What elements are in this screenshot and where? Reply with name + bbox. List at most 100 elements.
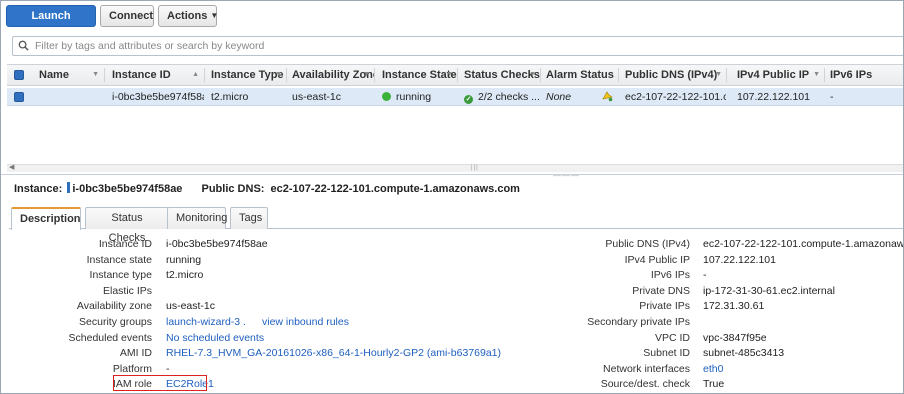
instances-table: Name ▼ Instance ID ▲ Instance Type ▼ Availa… [7, 64, 903, 106]
detail-value: i-0bc3be5be974f58ae [166, 238, 268, 250]
column-divider[interactable] [540, 68, 541, 82]
detail-value: 172.31.30.61 [703, 300, 765, 313]
table-header: Name ▼ Instance ID ▲ Instance Type ▼ Availa… [7, 64, 903, 86]
alarm-bell-icon [602, 91, 613, 102]
cell-alarm-status: None [546, 91, 572, 103]
column-divider[interactable] [618, 68, 619, 82]
dns-label: Public DNS: [201, 183, 265, 195]
scroll-grip-icon[interactable]: ||| [471, 165, 479, 171]
column-ipv4-public-ip[interactable]: IPv4 Public IP ▼ [737, 65, 824, 85]
resize-grip-icon[interactable]: ——— [553, 171, 580, 180]
detail-label: IPv4 Public IP [624, 253, 690, 266]
column-name[interactable]: Name ▼ [39, 65, 103, 85]
cell-status-checks[interactable]: ✓ 2/2 checks ... [464, 88, 540, 106]
connect-button[interactable]: Connect [100, 5, 154, 27]
tab-monitoring[interactable]: Monitoring [167, 207, 227, 229]
cell-name [39, 88, 103, 106]
search-icon [18, 40, 29, 51]
detail-value: running [166, 253, 202, 266]
iam-role-highlight [113, 375, 207, 391]
sort-icon: ▼ [715, 71, 722, 78]
dns-value: ec2-107-22-122-101.compute-1.amazonaws.c… [270, 183, 520, 195]
launch-instance-button[interactable]: Launch Instance [6, 5, 96, 42]
column-label: Name [39, 69, 69, 81]
cell-availability-zone: us-east-1c [292, 91, 342, 103]
column-label: Instance ID [112, 69, 171, 81]
cell-instance-type: t2.micro [211, 91, 249, 103]
column-divider[interactable] [104, 68, 105, 82]
column-divider[interactable] [824, 68, 825, 82]
detail-label: Subnet ID [643, 347, 690, 360]
detail-value: True [703, 378, 725, 391]
column-label: Alarm Status [546, 69, 614, 81]
instance-marker-icon [67, 182, 71, 193]
tab-description[interactable]: Description [11, 207, 81, 230]
horizontal-scrollbar[interactable]: ◀ ||| [7, 164, 903, 172]
table-row[interactable]: i-0bc3be5be974f58ae t2.micro us-east-1c … [7, 88, 903, 106]
pane-resize-handle[interactable]: ——— [1, 171, 903, 180]
scroll-left-icon[interactable]: ◀ [9, 163, 14, 171]
detail-label: Instance state [86, 253, 152, 266]
detail-label: Private IPs [639, 300, 690, 313]
column-label: IPv6 IPs [830, 69, 873, 81]
sort-icon: ▼ [363, 71, 370, 78]
detail-label: Availability zone [76, 300, 152, 313]
column-divider[interactable] [374, 68, 375, 82]
detail-value: t2.micro [166, 269, 204, 282]
detail-value[interactable]: RHEL-7.3_HVM_GA-20161026-x86_64-1-Hourly… [166, 347, 501, 359]
column-divider[interactable] [457, 68, 458, 82]
ec2-console: Launch Instance Connect Actions▼ Name▼ I… [0, 0, 904, 394]
column-label: Instance Type [211, 69, 284, 81]
actions-button[interactable]: Actions ▼ [158, 5, 218, 27]
detail-value[interactable]: eth0 [703, 363, 723, 375]
selected-instance-bar: Instance: i-0bc3be5be974f58ae Public DNS… [14, 182, 520, 196]
column-divider[interactable] [204, 68, 205, 82]
column-status-checks[interactable]: Status Checks ▼ [464, 65, 540, 85]
detail-value: us-east-1c [166, 300, 216, 313]
sort-icon: ▼ [275, 71, 282, 78]
detail-label: Instance type [89, 269, 152, 282]
instance-state-text: running [396, 91, 432, 103]
tab-tags[interactable]: Tags [230, 207, 268, 229]
column-divider[interactable] [286, 68, 287, 82]
sort-icon: ▼ [92, 71, 99, 78]
column-ipv6-ips[interactable]: IPv6 IPs [830, 65, 890, 85]
detail-label: Instance ID [98, 238, 152, 250]
column-divider[interactable] [726, 68, 727, 82]
column-instance-id[interactable]: Instance ID ▲ [112, 65, 203, 85]
cell-instance-state: running [382, 88, 457, 106]
detail-value: ip-172-31-30-61.ec2.internal [703, 284, 835, 297]
instance-id: i-0bc3be5be974f58ae [72, 183, 183, 195]
column-label: Availability Zone [292, 69, 374, 81]
detail-label: Network interfaces [603, 362, 690, 375]
details-tabs: Description Status Checks Monitoring Tag… [9, 207, 903, 244]
sort-icon: ▼ [529, 71, 536, 78]
column-label: IPv4 Public IP [737, 69, 810, 81]
column-availability-zone[interactable]: Availability Zone ▼ [292, 65, 374, 85]
tab-status-checks[interactable]: Status Checks [85, 207, 169, 244]
detail-label: VPC ID [654, 331, 690, 344]
cell-ipv6-ips: - [830, 91, 834, 103]
detail-value[interactable]: No scheduled events [166, 332, 264, 344]
column-alarm-status[interactable]: Alarm Status [546, 65, 618, 85]
view-inbound-rules-link[interactable]: view inbound rules [262, 316, 349, 328]
cell-alarm-action[interactable] [601, 88, 617, 106]
column-instance-state[interactable]: Instance State ▼ [382, 65, 457, 85]
row-checkbox[interactable] [14, 92, 24, 102]
sort-icon: ▼ [446, 71, 453, 78]
search-input[interactable] [35, 38, 895, 54]
detail-value[interactable]: launch-wizard-3 . [166, 316, 246, 328]
detail-label: IPv6 IPs [650, 269, 690, 282]
column-instance-type[interactable]: Instance Type ▼ [211, 65, 286, 85]
select-all-checkbox[interactable] [14, 70, 24, 80]
cell-ipv4-public-ip: 107.22.122.101 [737, 91, 810, 103]
detail-label: Public DNS (IPv4) [605, 238, 690, 250]
status-checks-text: 2/2 checks ... [478, 91, 540, 103]
detail-label: Secondary private IPs [587, 316, 690, 328]
actions-label: Actions [167, 10, 208, 22]
detail-value: ec2-107-22-122-101.compute-1.amazonaws.c… [703, 238, 904, 250]
detail-value: - [166, 362, 170, 375]
detail-label: Platform [112, 362, 152, 375]
column-label: Public DNS (IPv4) [625, 69, 718, 81]
column-public-dns[interactable]: Public DNS (IPv4) ▼ [625, 65, 726, 85]
